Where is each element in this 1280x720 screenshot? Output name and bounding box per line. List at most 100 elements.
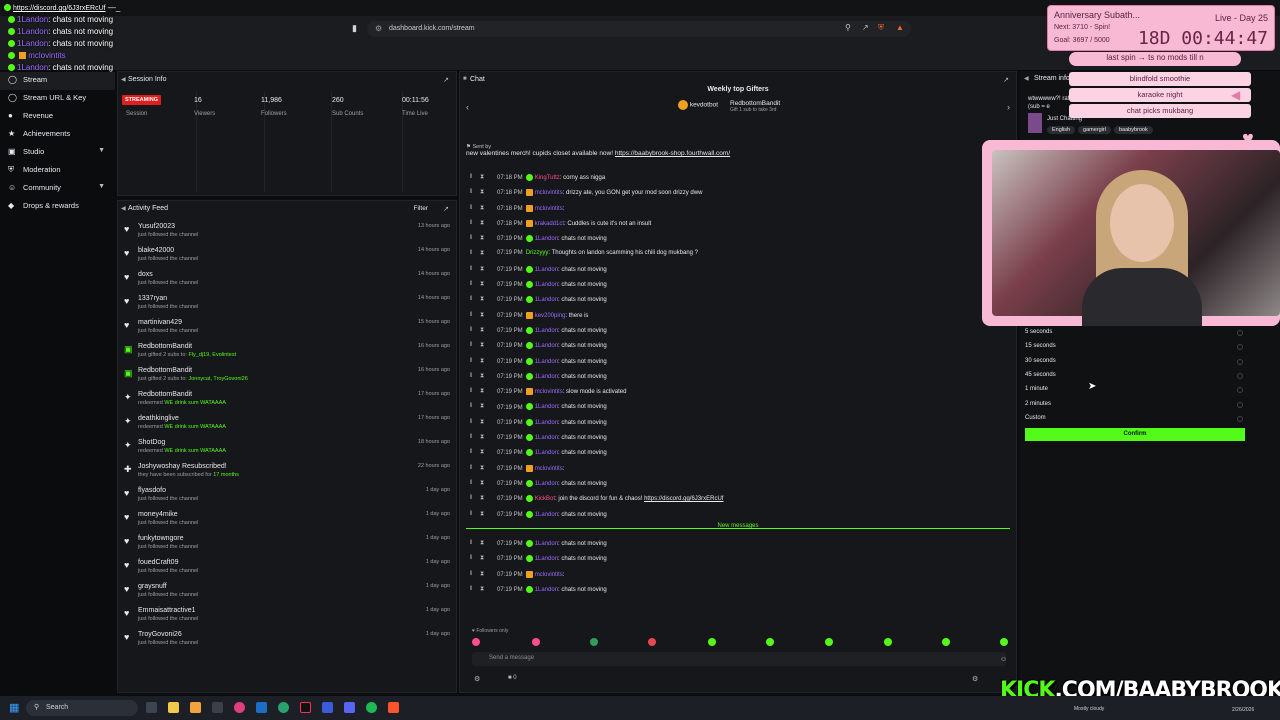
timeout-icon[interactable]: ⧗ — [480, 358, 484, 365]
popout-icon[interactable]: ↗ — [443, 205, 449, 213]
overlay-discord-link[interactable]: https://discord.gg/6J3rxERcUf — [13, 5, 106, 12]
timeout-icon[interactable]: ⧗ — [480, 449, 484, 456]
pin-icon[interactable]: ‖ — [470, 419, 472, 425]
pin-icon[interactable]: ‖ — [470, 511, 472, 517]
slow-option[interactable]: Custom — [1025, 415, 1046, 421]
nav-item-stream-url-key[interactable]: ◯ Stream URL & Key — [0, 90, 115, 108]
timeout-icon[interactable]: ⧗ — [480, 250, 484, 257]
pin-icon[interactable]: ‖ — [470, 403, 472, 409]
timeout-icon[interactable]: ⧗ — [480, 419, 484, 426]
taskbar-search[interactable]: ⚲ Search — [26, 700, 138, 716]
nav-item-studio[interactable]: ▣ Studio ▼ — [0, 144, 115, 162]
feed-username[interactable]: ShotDog — [138, 439, 165, 446]
timeout-icon[interactable]: ⧗ — [480, 235, 484, 242]
radio[interactable] — [1237, 387, 1243, 393]
timeout-icon[interactable]: ⧗ — [480, 571, 484, 578]
pin-icon[interactable]: ‖ — [470, 388, 472, 394]
pin-icon[interactable]: ‖ — [470, 220, 472, 226]
timeout-icon[interactable]: ⧗ — [480, 205, 484, 212]
chat-username[interactable]: 1Landon — [535, 435, 558, 441]
timeout-icon[interactable]: ⧗ — [480, 189, 484, 196]
chat-username[interactable]: 1Landon — [535, 297, 558, 303]
emote-icon[interactable] — [472, 638, 480, 646]
timeout-icon[interactable]: ⧗ — [480, 281, 484, 288]
chat-username[interactable]: mclovintits — [535, 389, 563, 395]
pin-icon[interactable]: ‖ — [470, 434, 472, 440]
folder-icon[interactable] — [190, 702, 201, 713]
pin-icon[interactable]: ‖ — [470, 266, 472, 272]
confirm-button[interactable]: Confirm — [1025, 428, 1245, 441]
emote-icon[interactable] — [708, 638, 716, 646]
emote-icon[interactable] — [648, 638, 656, 646]
pin-icon[interactable]: ‖ — [470, 312, 472, 318]
pin-icon[interactable]: ‖ — [470, 296, 472, 302]
steam-icon[interactable] — [256, 702, 267, 713]
emote-icon[interactable] — [884, 638, 892, 646]
chat-username[interactable]: 1Landon — [535, 359, 558, 365]
pin-icon[interactable]: ‖ — [470, 449, 472, 455]
chat-username[interactable]: mclovintits — [535, 572, 563, 578]
chat-username[interactable]: 1Landon — [535, 343, 558, 349]
slow-option[interactable]: 5 seconds — [1025, 329, 1052, 335]
feed-username[interactable]: deathkinglive — [138, 415, 179, 422]
feed-username[interactable]: Emmaisattractive1 — [138, 607, 196, 614]
feed-username[interactable]: funkytowngore — [138, 535, 184, 542]
timeout-icon[interactable]: ⧗ — [480, 480, 484, 487]
feed-username[interactable]: RedbottomBandit — [138, 343, 192, 350]
rewards-icon[interactable]: ▲ — [896, 23, 904, 32]
chat-username[interactable]: 1Landon — [535, 481, 558, 487]
chat-username[interactable]: 1Landon — [535, 236, 558, 242]
message-link[interactable]: https://discord.gg/6J3rxERcUf — [644, 496, 723, 502]
nav-item-revenue[interactable]: ● Revenue — [0, 108, 115, 126]
timeout-icon[interactable]: ⧗ — [480, 403, 484, 410]
timeout-icon[interactable]: ⧗ — [480, 540, 484, 547]
feed-username[interactable]: martinivan429 — [138, 319, 182, 326]
emote-icon[interactable] — [942, 638, 950, 646]
timeout-icon[interactable]: ⧗ — [480, 555, 484, 562]
file-explorer-icon[interactable] — [168, 702, 179, 713]
pin-icon[interactable]: ‖ — [470, 586, 472, 592]
radio[interactable] — [1237, 359, 1243, 365]
emote-icon[interactable] — [590, 638, 598, 646]
feed-username[interactable]: RedbottomBandit — [138, 391, 192, 398]
pin-icon[interactable]: ‖ — [470, 281, 472, 287]
radio[interactable] — [1237, 373, 1243, 379]
feed-username[interactable]: fouedCraft09 — [138, 559, 178, 566]
chat-username[interactable]: 1Landon — [535, 267, 558, 273]
bookmark-icon[interactable]: ▮ — [352, 23, 357, 34]
merch-link[interactable]: https://baabybrook-shop.fourthwall.com/ — [615, 150, 730, 157]
feed-username[interactable]: graysnuff — [138, 583, 167, 590]
feed-username[interactable]: RedbottomBandit — [138, 367, 192, 374]
pin-icon[interactable]: ‖ — [470, 250, 472, 256]
app-icon[interactable] — [212, 702, 223, 713]
zoom-icon[interactable]: ⚲ — [845, 23, 851, 32]
chat-username[interactable]: 1Landon — [535, 587, 558, 593]
chat-username[interactable]: 1Landon — [535, 420, 558, 426]
nav-item-stream[interactable]: ◯ Stream — [0, 72, 115, 90]
chat-username[interactable]: Drizzyyy — [526, 250, 549, 256]
feed-username[interactable]: blake42000 — [138, 247, 174, 254]
chat-username[interactable]: 1Landon — [535, 282, 558, 288]
timeout-icon[interactable]: ⧗ — [480, 327, 484, 334]
discord-icon[interactable] — [344, 702, 355, 713]
timeout-icon[interactable]: ⧗ — [480, 312, 484, 319]
chat-username[interactable]: mclovintits — [535, 206, 563, 212]
site-info-icon[interactable]: ⚙ — [375, 24, 382, 33]
pin-icon[interactable]: ‖ — [470, 465, 472, 471]
pin-icon[interactable]: ‖ — [470, 540, 472, 546]
pin-icon[interactable]: ‖ — [470, 235, 472, 241]
radio[interactable] — [1237, 330, 1243, 336]
chat-username[interactable]: KickBot — [535, 496, 555, 502]
chat-username[interactable]: mclovintits — [535, 466, 563, 472]
chat-username[interactable]: kev200ping — [535, 313, 566, 319]
slow-option[interactable]: 15 seconds — [1025, 343, 1056, 349]
slow-option[interactable]: 2 minutes — [1025, 401, 1051, 407]
timeout-icon[interactable]: ⧗ — [480, 434, 484, 441]
tiktok-icon[interactable] — [300, 702, 311, 713]
gear-icon[interactable]: ⚙ — [972, 675, 978, 683]
slow-option[interactable]: 30 seconds — [1025, 358, 1056, 364]
chat-username[interactable]: 1Landon — [535, 512, 558, 518]
pin-icon[interactable]: ‖ — [470, 174, 472, 180]
chat-username[interactable]: mclovintits — [535, 190, 563, 196]
pin-icon[interactable]: ‖ — [470, 342, 472, 348]
